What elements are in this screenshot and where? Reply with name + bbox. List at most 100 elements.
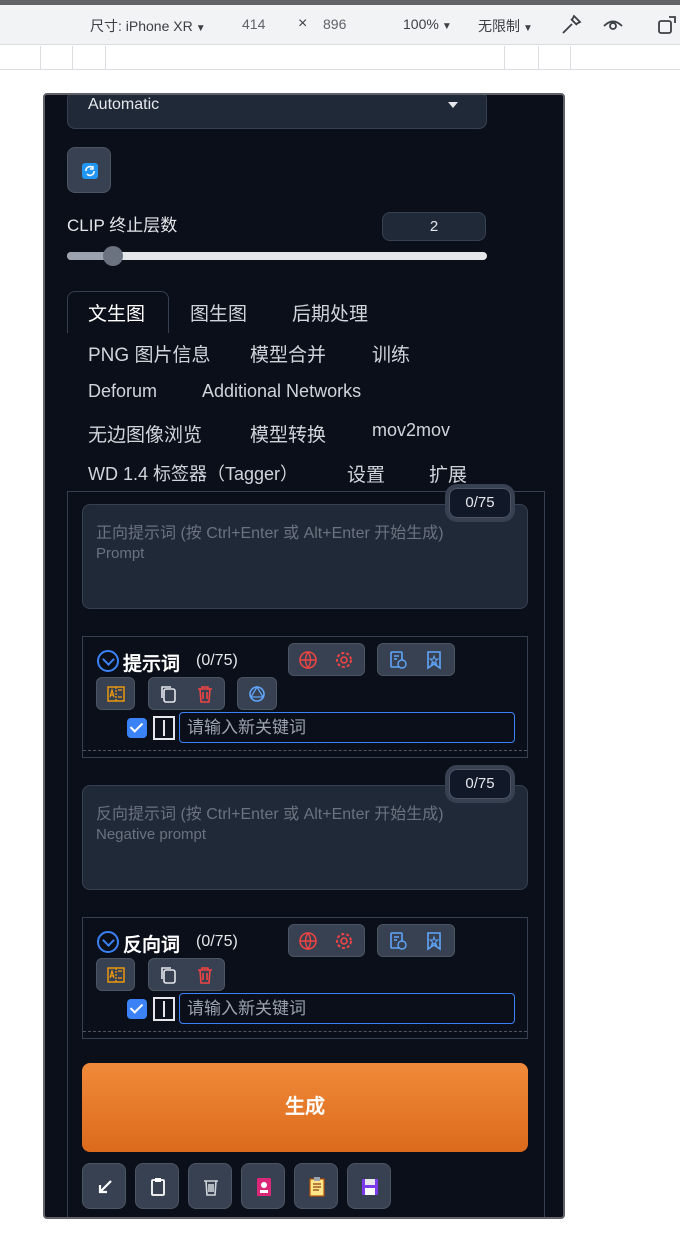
prompt-placeholder: 反向提示词 (按 Ctrl+Enter 或 Alt+Enter 开始生成) (96, 806, 444, 823)
history-icon[interactable] (388, 650, 408, 670)
token-counter: 0/75 (449, 488, 511, 518)
text-cursor-icon (153, 716, 175, 740)
refresh-button[interactable] (67, 147, 111, 193)
tab-extras[interactable]: 后期处理 (292, 299, 368, 326)
translate-icon[interactable] (106, 684, 126, 704)
times-sign: × (298, 15, 308, 32)
token-counter: 0/75 (449, 769, 511, 799)
rotate-device-icon[interactable] (655, 13, 679, 37)
tab-settings[interactable]: 设置 (347, 460, 385, 487)
tab-img2img[interactable]: 图生图 (190, 299, 247, 326)
prompt-tag-box: 提示词 (0/75) (82, 636, 528, 758)
tab-additional-networks[interactable]: Additional Networks (202, 381, 361, 402)
eye-icon[interactable] (601, 13, 625, 37)
text-cursor-icon (153, 997, 175, 1021)
tag-box-count: (0/75) (196, 933, 238, 950)
device-viewport: Automatic CLIP 终止层数 2 文生图 图生图 后期处理 PNG 图… (43, 93, 565, 1219)
save-style-icon (257, 1178, 271, 1196)
throttle-selector[interactable]: 无限制 ▼ (478, 16, 533, 36)
tab-image-browser[interactable]: 无边图像浏览 (88, 420, 202, 447)
prompt-placeholder: 正向提示词 (按 Ctrl+Enter 或 Alt+Enter 开始生成) (96, 525, 444, 542)
translate-icon[interactable] (106, 965, 126, 985)
tab-merge[interactable]: 模型合并 (250, 340, 326, 367)
caret-down-icon: ▼ (523, 23, 533, 34)
chevron-down-icon[interactable] (97, 650, 119, 672)
chevron-down-icon[interactable] (97, 931, 119, 953)
new-keyword-input[interactable] (179, 993, 515, 1024)
tag-box-title: 提示词 (123, 654, 181, 675)
gear-icon[interactable] (334, 931, 354, 951)
prompt-placeholder-en: Prompt (96, 545, 145, 562)
floppy-icon (362, 1179, 378, 1195)
send-params-button[interactable] (82, 1163, 126, 1209)
prompt-placeholder-en: Negative prompt (96, 826, 207, 843)
tab-mov2mov[interactable]: mov2mov (372, 420, 450, 441)
device-selector[interactable]: 尺寸: iPhone XR ▼ (90, 16, 206, 36)
zoom-label: 100% (403, 16, 439, 32)
tag-box-count: (0/75) (196, 652, 238, 669)
eyedropper-icon[interactable] (559, 13, 583, 37)
zoom-selector[interactable]: 100% ▼ (403, 16, 452, 32)
copy-icon[interactable] (158, 684, 178, 704)
refresh-icon (82, 163, 98, 179)
translate-settings-group (288, 924, 365, 957)
devtools-ruler (0, 46, 680, 70)
height-field[interactable]: 896 (323, 16, 346, 32)
caret-down-icon: ▼ (195, 23, 206, 34)
dropdown-value: Automatic (88, 96, 160, 113)
throttle-label: 无限制 (478, 18, 520, 34)
tab-txt2img[interactable]: 文生图 (88, 299, 145, 326)
tag-divider (83, 1031, 527, 1032)
trash-icon[interactable] (195, 965, 215, 985)
gear-icon[interactable] (334, 650, 354, 670)
positive-prompt-textarea[interactable]: 正向提示词 (按 Ctrl+Enter 或 Alt+Enter 开始生成) Pr… (82, 504, 528, 609)
tab-deforum[interactable]: Deforum (88, 381, 157, 402)
history-favorite-group (377, 643, 455, 676)
clip-skip-slider[interactable] (67, 246, 487, 266)
arrow-icon (98, 1180, 112, 1194)
copy-clear-group (148, 958, 225, 991)
tab-tagger[interactable]: WD 1.4 标签器（Tagger） (88, 460, 298, 486)
trash-icon[interactable] (195, 684, 215, 704)
keyword-checkbox[interactable] (127, 718, 147, 738)
tab-extensions[interactable]: 扩展 (429, 460, 467, 487)
bookmark-star-icon[interactable] (424, 650, 444, 670)
paste-icon (309, 1177, 325, 1197)
negative-prompt-textarea[interactable]: 反向提示词 (按 Ctrl+Enter 或 Alt+Enter 开始生成) Ne… (82, 785, 528, 890)
trash-icon (204, 1180, 218, 1196)
caret-down-icon (448, 102, 458, 108)
device-label: 尺寸: iPhone XR (90, 18, 193, 34)
read-clipboard-button[interactable] (135, 1163, 179, 1209)
show-extra-networks-button[interactable] (241, 1163, 285, 1209)
width-field[interactable]: 414 (242, 16, 265, 32)
keyword-checkbox[interactable] (127, 999, 147, 1019)
globe-icon[interactable] (298, 931, 318, 951)
tag-box-title: 反向词 (123, 935, 181, 956)
save-style-button[interactable] (347, 1163, 391, 1209)
translate-toggle-group (96, 958, 135, 991)
clip-skip-label: CLIP 终止层数 (67, 216, 178, 235)
apply-style-button[interactable] (294, 1163, 338, 1209)
model-dropdown[interactable]: Automatic (67, 95, 487, 129)
slider-thumb[interactable] (103, 246, 123, 266)
tab-png-info[interactable]: PNG 图片信息 (88, 340, 210, 367)
new-keyword-input[interactable] (179, 712, 515, 743)
chatgpt-group (237, 677, 277, 710)
generate-button[interactable]: 生成 (82, 1063, 528, 1152)
tag-divider (83, 750, 527, 751)
tab-model-convert[interactable]: 模型转换 (250, 420, 326, 447)
bookmark-star-icon[interactable] (424, 931, 444, 951)
copy-icon[interactable] (158, 965, 178, 985)
history-icon[interactable] (388, 931, 408, 951)
clear-prompt-button[interactable] (188, 1163, 232, 1209)
clip-skip-number[interactable]: 2 (382, 212, 486, 241)
translate-toggle-group (96, 677, 135, 710)
caret-down-icon: ▼ (441, 21, 452, 32)
clipboard-icon (151, 1178, 165, 1196)
globe-icon[interactable] (298, 650, 318, 670)
devtools-toolbar: 尺寸: iPhone XR ▼ 414 × 896 100% ▼ 无限制 ▼ (0, 5, 680, 45)
tab-train[interactable]: 训练 (372, 340, 410, 367)
copy-clear-group (148, 677, 225, 710)
negative-tag-box: 反向词 (0/75) (82, 917, 528, 1039)
chatgpt-icon[interactable] (247, 684, 267, 704)
